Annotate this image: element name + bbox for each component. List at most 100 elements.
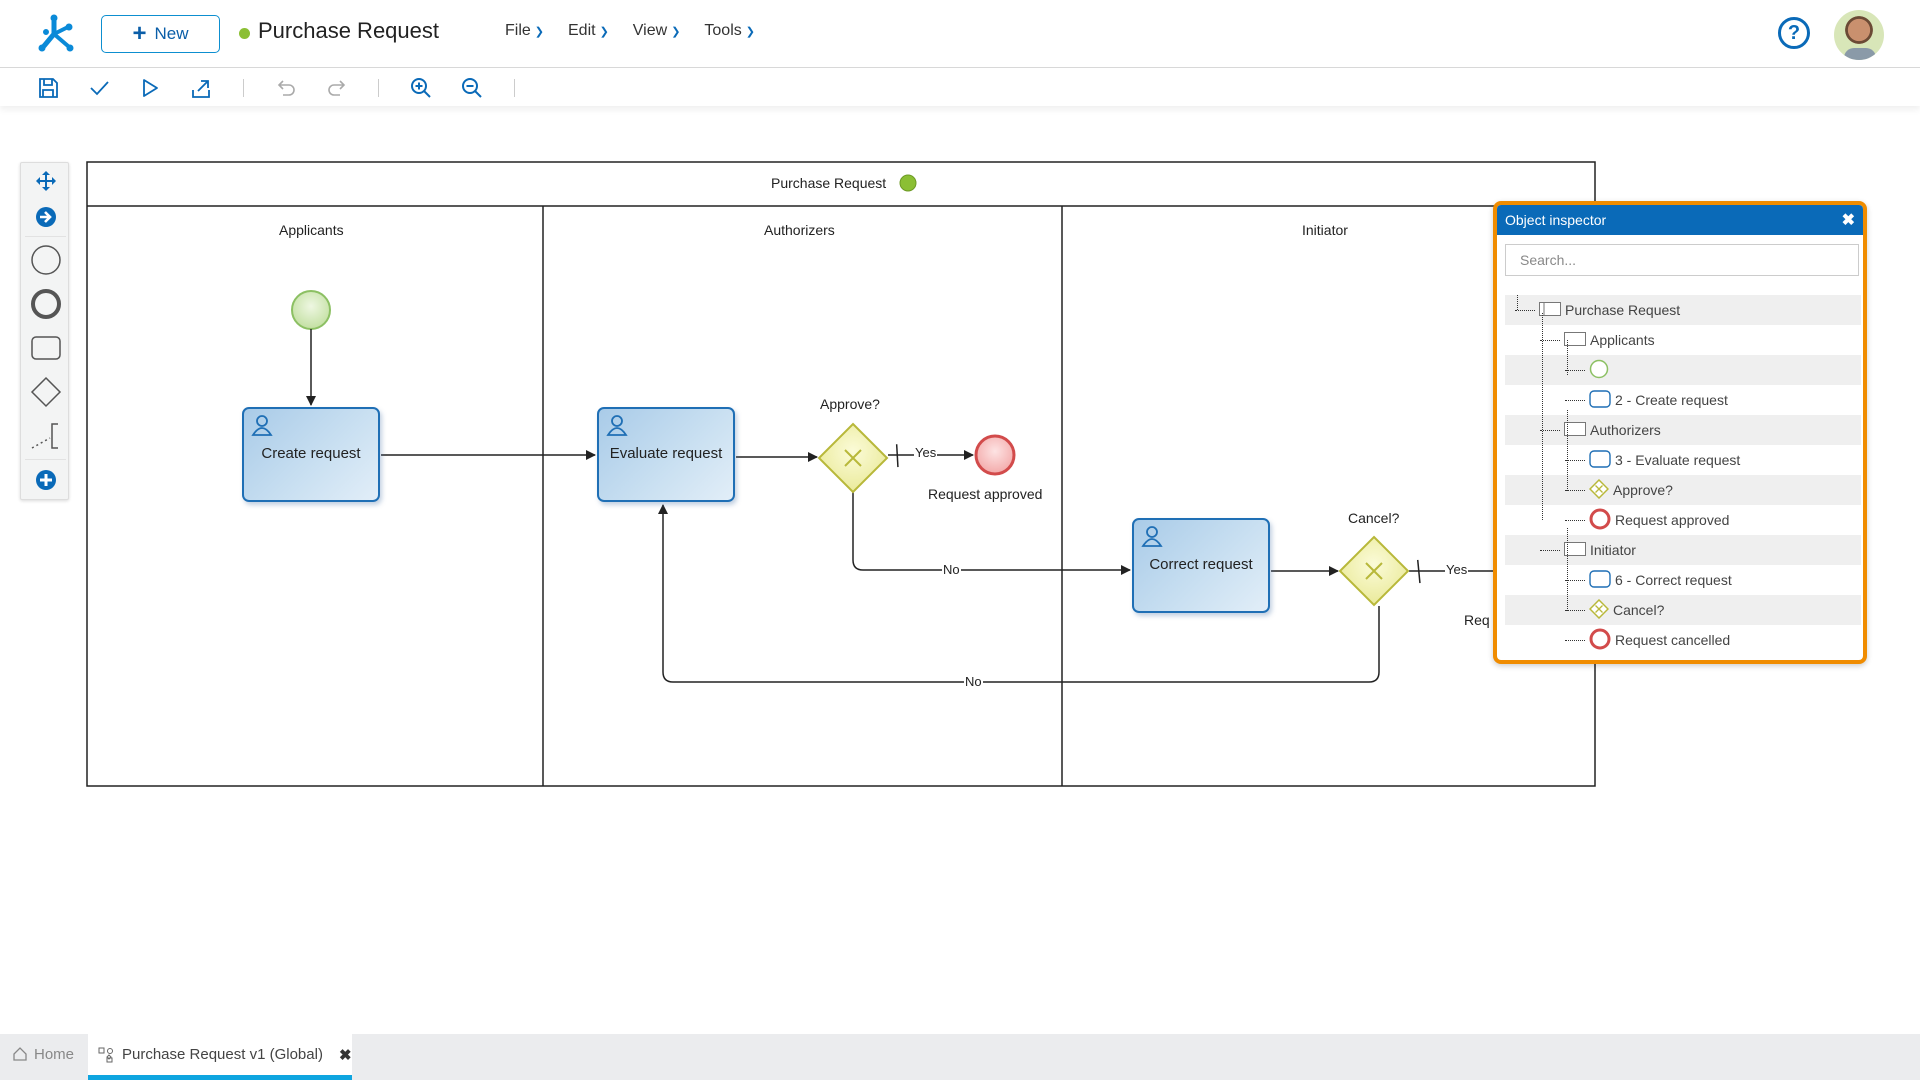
inspector-tree: Purchase Request Applicants 2 - Create req…: [1505, 295, 1861, 655]
start-event-tool[interactable]: [21, 238, 70, 282]
tree-connector: [1565, 399, 1585, 401]
more-shapes-button[interactable]: [21, 461, 70, 499]
zoom-out-button[interactable]: [460, 76, 484, 100]
new-button[interactable]: + New: [101, 15, 220, 53]
annotation-tool[interactable]: [21, 414, 70, 458]
chevron-down-icon: ❯: [745, 25, 755, 38]
object-inspector-panel: Object inspector ✖ Search... Purchase Re…: [1493, 201, 1867, 664]
app-logo-icon[interactable]: [36, 14, 76, 54]
connect-tool[interactable]: [21, 199, 70, 235]
start-event[interactable]: [291, 290, 331, 330]
task-correct-request[interactable]: Correct request: [1132, 518, 1270, 613]
start-event-icon: [1589, 359, 1609, 382]
undo-button[interactable]: [274, 76, 298, 100]
collapse-toggle-icon[interactable]: [1515, 309, 1535, 311]
collapse-toggle-icon[interactable]: [1540, 429, 1560, 431]
tab-purchase-request[interactable]: Purchase Request v1 (Global) ✖: [88, 1034, 352, 1080]
inspector-search-input[interactable]: Search...: [1505, 244, 1859, 276]
chevron-down-icon: ❯: [599, 25, 609, 38]
tree-guide-line: [1542, 313, 1543, 520]
menu-edit[interactable]: Edit ❯: [568, 22, 609, 40]
zoom-out-icon: [462, 78, 482, 98]
tree-item[interactable]: Approve?: [1505, 475, 1861, 505]
move-tool[interactable]: [21, 163, 70, 199]
tab-label: Purchase Request v1 (Global): [122, 1046, 323, 1063]
tree-item[interactable]: 6 - Correct request: [1505, 565, 1861, 595]
flow-label-yes: Yes: [914, 445, 938, 460]
collapse-toggle-icon[interactable]: [1540, 549, 1560, 551]
save-icon: [39, 78, 58, 98]
task-evaluate-request[interactable]: Evaluate request: [597, 407, 735, 502]
tree-item-label: Applicants: [1590, 332, 1655, 348]
gateway-label-approve: Approve?: [820, 396, 880, 412]
tree-connector: [1565, 369, 1585, 371]
end-event-icon: [1589, 628, 1611, 653]
annotation-icon: [31, 423, 58, 449]
task-icon: [1589, 569, 1611, 591]
inspector-title: Object inspector: [1505, 212, 1607, 228]
tree-connector: [1565, 579, 1585, 581]
zoom-in-button[interactable]: [409, 76, 433, 100]
app-header: + New Purchase Request File ❯ Edit ❯ View ❯…: [0, 0, 1920, 68]
tree-item-label: 6 - Correct request: [1615, 572, 1732, 588]
tree-item-label: Initiator: [1590, 542, 1636, 558]
tree-item[interactable]: Request approved: [1505, 505, 1861, 535]
gateway-tool[interactable]: [21, 370, 70, 414]
run-button[interactable]: [138, 76, 162, 100]
new-button-label: New: [154, 24, 189, 43]
export-button[interactable]: [189, 76, 213, 100]
task-tool[interactable]: [21, 326, 70, 370]
circle-thick-icon: [30, 289, 61, 319]
menu-tools[interactable]: Tools ❯: [704, 22, 755, 40]
end-event-tool[interactable]: [21, 282, 70, 326]
gateway-approve[interactable]: [817, 422, 889, 494]
palette-separator: [25, 236, 66, 237]
tree-item[interactable]: Applicants: [1505, 325, 1861, 355]
inspector-header[interactable]: Object inspector ✖: [1497, 205, 1863, 235]
tree-item[interactable]: 3 - Evaluate request: [1505, 445, 1861, 475]
tree-item[interactable]: Initiator: [1505, 535, 1861, 565]
close-icon[interactable]: ✖: [1842, 210, 1855, 230]
tree-item[interactable]: Request cancelled: [1505, 625, 1861, 655]
end-event-approved[interactable]: [974, 434, 1016, 476]
user-icon: [1141, 526, 1163, 547]
tab-home[interactable]: Home: [12, 1034, 74, 1074]
gateway-icon: [1588, 478, 1610, 502]
status-dot: [239, 28, 250, 39]
tree-item-label: Approve?: [1613, 482, 1673, 498]
pool-label: Purchase Request: [771, 175, 887, 191]
tree-item-label: Authorizers: [1590, 422, 1661, 438]
user-icon: [606, 415, 628, 436]
validate-button[interactable]: [87, 76, 111, 100]
help-icon[interactable]: ?: [1778, 17, 1810, 49]
tree-item[interactable]: [1505, 355, 1861, 385]
tree-item[interactable]: Authorizers: [1505, 415, 1861, 445]
collapse-toggle-icon[interactable]: [1540, 339, 1560, 341]
sequence-flow-no[interactable]: [852, 492, 1131, 575]
tree-item[interactable]: Purchase Request: [1505, 295, 1861, 325]
toolbar: [0, 68, 1920, 106]
end-event-label-approved: Request approved: [928, 486, 1043, 502]
menu-view[interactable]: View ❯: [633, 22, 681, 40]
task-icon: [1589, 389, 1611, 411]
rounded-rect-icon: [30, 336, 61, 360]
redo-button[interactable]: [325, 76, 349, 100]
task-create-request[interactable]: Create request: [242, 407, 380, 502]
menu-file-label: File: [505, 22, 531, 39]
avatar[interactable]: [1834, 10, 1884, 60]
diagram-canvas[interactable]: Purchase Request Applicants Authorizers …: [0, 0, 1900, 1016]
gateway-cancel[interactable]: [1338, 535, 1410, 607]
process-icon: [98, 1047, 113, 1062]
task-icon: [1589, 449, 1611, 471]
tree-item[interactable]: Cancel?: [1505, 595, 1861, 625]
tab-home-label: Home: [34, 1045, 75, 1063]
tree-item[interactable]: 2 - Create request: [1505, 385, 1861, 415]
shape-palette: [20, 162, 69, 500]
save-button[interactable]: [36, 76, 60, 100]
gateway-label-cancel: Cancel?: [1348, 510, 1400, 526]
tree-guide-line: [1567, 340, 1568, 375]
sequence-flow-no[interactable]: [658, 504, 1380, 683]
lane-label-applicants: Applicants: [279, 222, 344, 238]
menu-file[interactable]: File ❯: [505, 22, 544, 40]
close-tab-icon[interactable]: ✖: [339, 1046, 352, 1064]
